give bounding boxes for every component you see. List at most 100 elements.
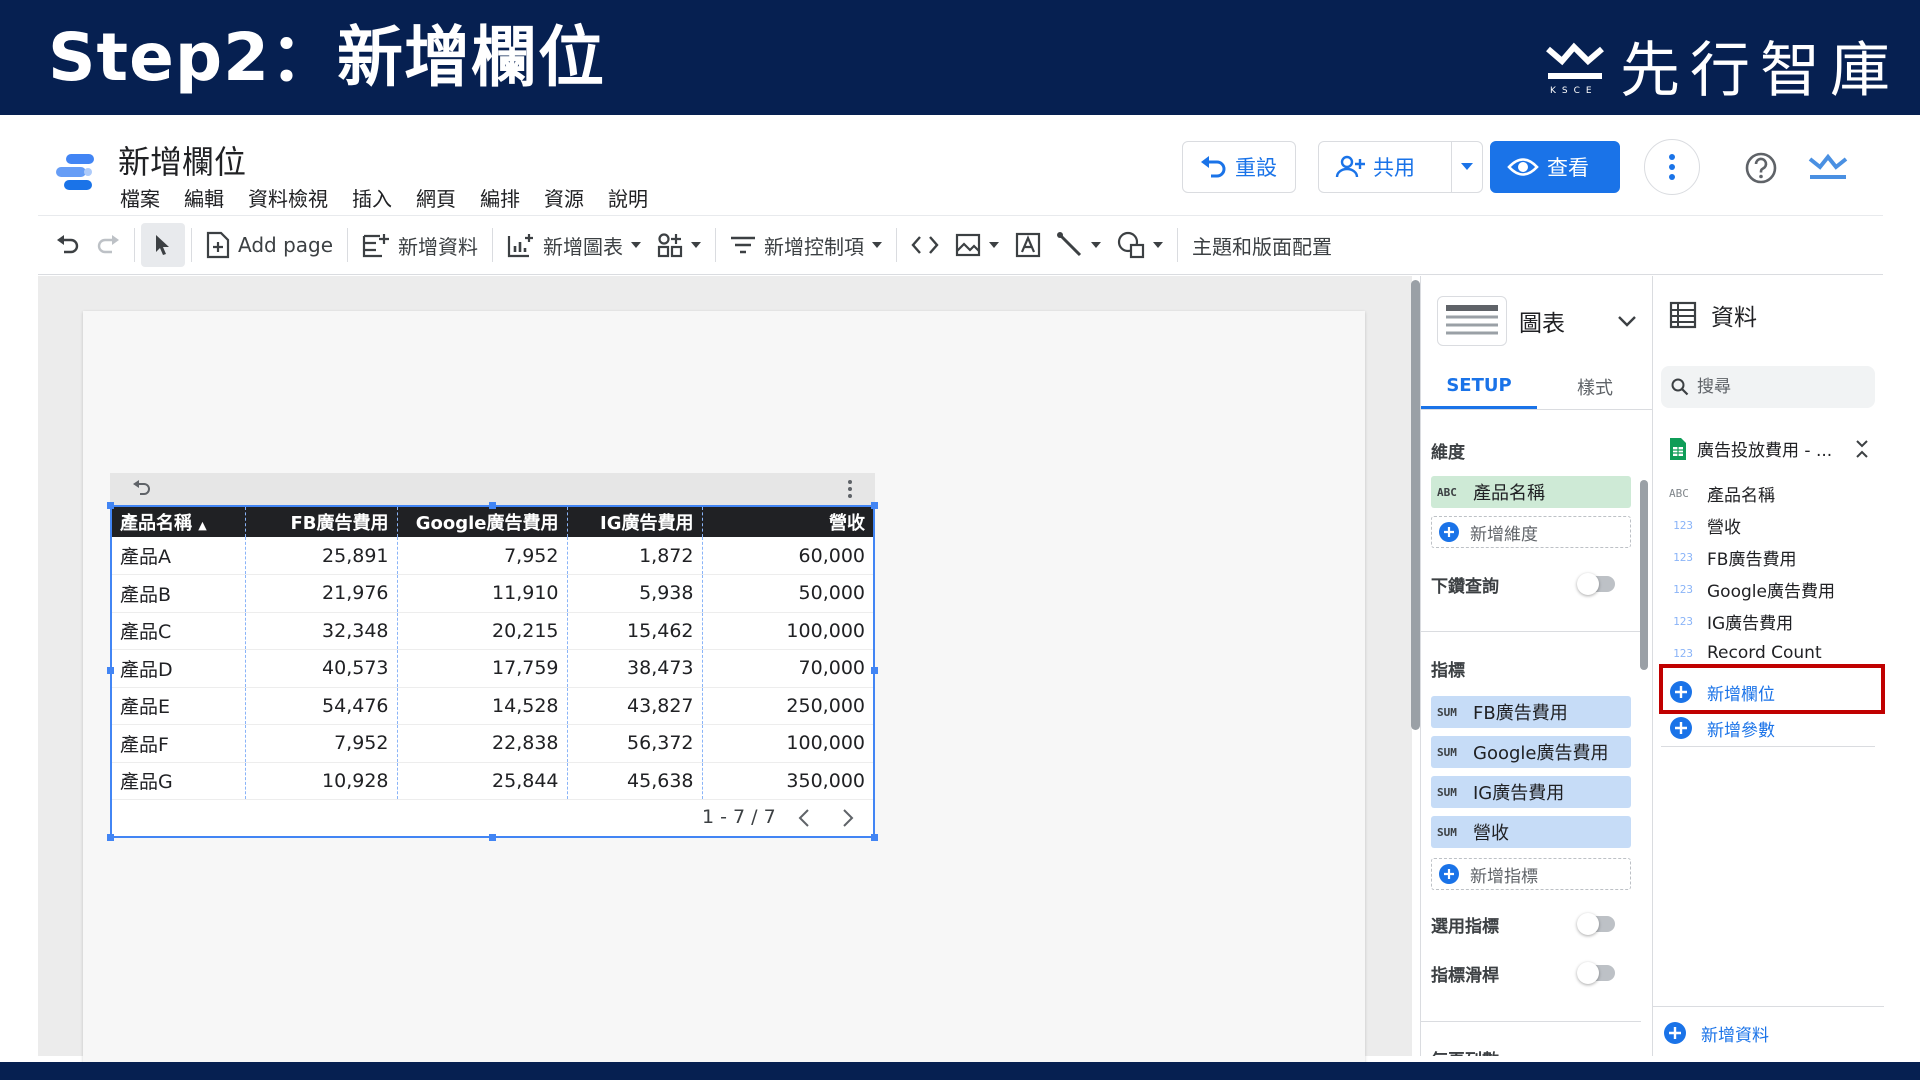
section-divider [1421, 631, 1641, 632]
menu-edit[interactable]: 編輯 [184, 183, 224, 212]
line-icon [1057, 232, 1082, 257]
share-dropdown-button[interactable] [1451, 141, 1483, 193]
field-item-ig-cost[interactable]: 123 IG廣告費用 [1669, 607, 1879, 635]
add-component-button[interactable] [649, 223, 709, 267]
table-cell: 25,891 [244, 537, 397, 575]
caret-down-icon [1153, 242, 1164, 248]
field-name: Google廣告費用 [1707, 581, 1835, 602]
menu-insert[interactable]: 插入 [352, 183, 392, 212]
ksce-account-icon[interactable] [1808, 151, 1848, 187]
resize-handle[interactable] [107, 502, 114, 509]
menu-file[interactable]: 檔案 [120, 183, 160, 212]
field-search-box[interactable] [1661, 366, 1875, 408]
metric-section-label: 指標 [1431, 661, 1465, 681]
select-tool[interactable] [141, 223, 185, 267]
table-cell: 100,000 [701, 724, 873, 763]
view-button[interactable]: 查看 [1490, 141, 1620, 193]
text-type-icon: ABC [1437, 485, 1457, 499]
add-page-button[interactable]: Add page [198, 223, 341, 267]
redo-button[interactable] [88, 223, 128, 267]
chevron-right-icon[interactable] [842, 808, 854, 828]
metric-chip-ig[interactable]: SUM IG廣告費用 [1431, 776, 1631, 808]
column-header-revenue[interactable]: 營收 [701, 507, 873, 537]
metric-chip-google[interactable]: SUM Google廣告費用 [1431, 736, 1631, 768]
shape-tool-button[interactable] [1109, 223, 1171, 267]
toolbar-divider [134, 228, 135, 262]
table-chart[interactable]: 產品名稱 ▲ FB廣告費用 Google廣告費用 IG廣告費用 營收 產品A 2… [107, 473, 878, 841]
undo-button[interactable] [48, 223, 88, 267]
add-parameter-button[interactable]: 新增參數 [1669, 713, 1879, 743]
add-control-button[interactable]: 新增控制項 [722, 223, 890, 267]
column-header-google-cost[interactable]: Google廣告費用 [396, 507, 567, 537]
metric-chip-fb[interactable]: SUM FB廣告費用 [1431, 696, 1631, 728]
dimension-chip-product[interactable]: ABC 產品名稱 [1431, 476, 1631, 508]
field-item-revenue[interactable]: 123 營收 [1669, 511, 1879, 539]
tab-setup[interactable]: SETUP [1421, 364, 1537, 409]
field-item-fb-cost[interactable]: 123 FB廣告費用 [1669, 543, 1879, 571]
number-type-icon: 123 [1673, 582, 1693, 596]
table-cell: 產品E [112, 687, 245, 725]
canvas-scrollbar[interactable] [1411, 280, 1420, 730]
resize-handle[interactable] [871, 667, 878, 674]
chart-type-selector[interactable]: 圖表 [1437, 294, 1637, 348]
app-header: 新增欄位 檔案 編輯 資料檢視 插入 網頁 編排 資源 說明 重設 共用 查看 [38, 115, 1883, 215]
insert-image-button[interactable] [947, 223, 1007, 267]
resize-handle[interactable] [871, 502, 878, 509]
table-cell: 45,638 [566, 762, 702, 800]
properties-scrollbar[interactable] [1640, 480, 1648, 670]
table-cell: 1,872 [566, 537, 702, 575]
embed-url-button[interactable] [903, 223, 947, 267]
menu-view-data[interactable]: 資料檢視 [248, 183, 328, 212]
menu-help[interactable]: 說明 [608, 183, 648, 212]
more-options-button[interactable] [1644, 139, 1700, 195]
drilldown-toggle[interactable] [1577, 573, 1615, 595]
table-cell: 產品G [112, 762, 245, 800]
brand: KSCE 先行智庫 [1544, 22, 1900, 109]
metric-name: 營收 [1473, 823, 1509, 844]
data-source-header[interactable]: 廣告投放費用 - ... [1669, 436, 1869, 461]
optional-metrics-toggle[interactable] [1577, 913, 1615, 935]
column-header-product[interactable]: 產品名稱 ▲ [112, 507, 245, 537]
toolbar-divider [347, 228, 349, 262]
field-item-record-count[interactable]: 123 Record Count [1669, 639, 1879, 667]
field-item-product[interactable]: ABC 產品名稱 [1669, 479, 1879, 507]
report-title[interactable]: 新增欄位 [118, 137, 246, 183]
collapse-icon[interactable] [1855, 439, 1869, 459]
theme-layout-button[interactable]: 主題和版面配置 [1184, 223, 1340, 267]
field-name: 產品名稱 [1707, 485, 1775, 506]
chart-kebab-icon[interactable] [847, 480, 853, 498]
column-header-fb-cost[interactable]: FB廣告費用 [244, 507, 397, 537]
menu-arrange[interactable]: 編排 [480, 183, 520, 212]
reset-button[interactable]: 重設 [1182, 141, 1296, 193]
eye-icon [1507, 158, 1539, 176]
resize-handle[interactable] [107, 667, 114, 674]
chevron-down-icon [1618, 316, 1636, 327]
add-dimension-slot[interactable]: 新增維度 [1431, 516, 1631, 548]
reset-action-icon[interactable] [132, 480, 152, 496]
menu-resource[interactable]: 資源 [544, 183, 584, 212]
resize-handle[interactable] [489, 834, 496, 841]
add-data-button[interactable]: 新增資料 [354, 223, 486, 267]
search-input[interactable] [1697, 377, 1857, 397]
share-button[interactable]: 共用 [1318, 141, 1452, 193]
table-cell: 100,000 [701, 612, 873, 650]
properties-tabs: SETUP 樣式 [1421, 364, 1653, 410]
field-item-google-cost[interactable]: 123 Google廣告費用 [1669, 575, 1879, 603]
line-tool-button[interactable] [1049, 223, 1109, 267]
plus-circle-icon [1439, 522, 1459, 542]
resize-handle[interactable] [871, 834, 878, 841]
column-header-ig-cost[interactable]: IG廣告費用 [566, 507, 702, 537]
tab-style[interactable]: 樣式 [1537, 364, 1653, 409]
metric-chip-revenue[interactable]: SUM 營收 [1431, 816, 1631, 848]
resize-handle[interactable] [489, 502, 496, 509]
resize-handle[interactable] [107, 834, 114, 841]
menu-page[interactable]: 網頁 [416, 183, 456, 212]
help-icon[interactable] [1744, 151, 1778, 185]
add-data-source-button[interactable]: 新增資料 [1663, 1018, 1873, 1048]
add-chart-button[interactable]: 新增圖表 [499, 223, 649, 267]
table-row: 產品D 40,573 17,759 38,473 70,000 [112, 649, 873, 688]
metric-slider-toggle[interactable] [1577, 962, 1615, 984]
text-box-button[interactable] [1007, 223, 1049, 267]
chevron-left-icon[interactable] [798, 808, 810, 828]
add-metric-slot[interactable]: 新增指標 [1431, 858, 1631, 890]
